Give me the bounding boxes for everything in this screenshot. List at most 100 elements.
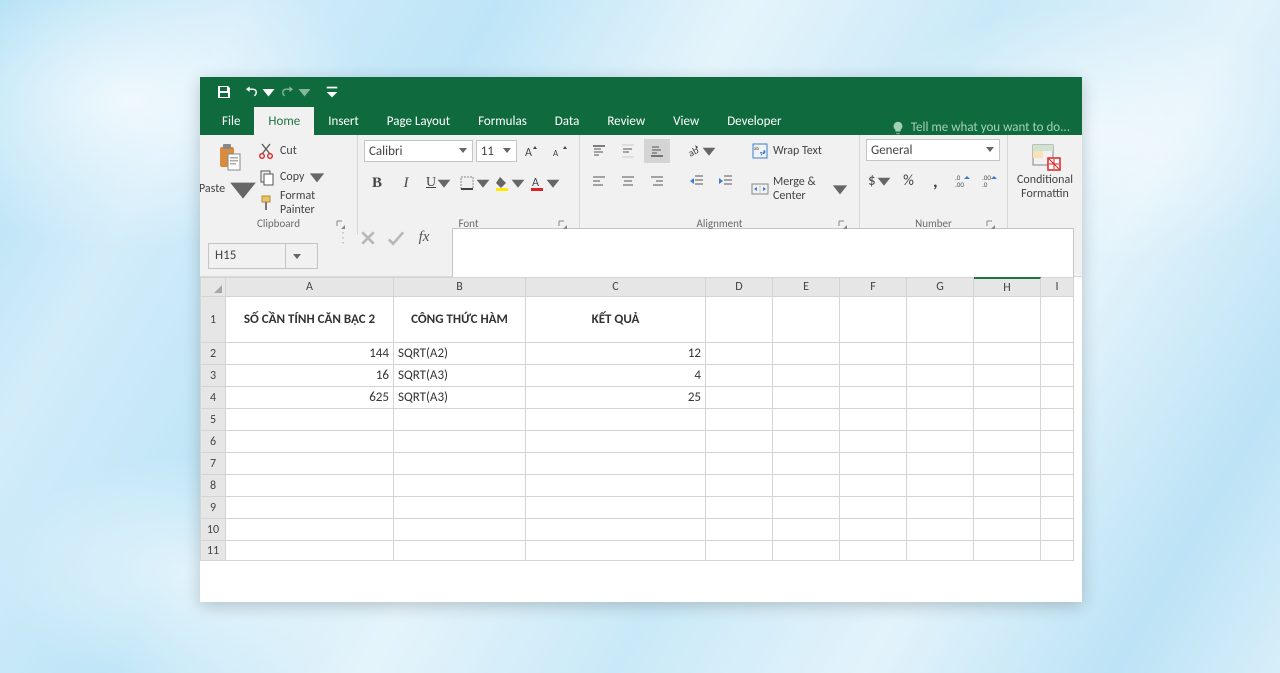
font-size-combo[interactable]: 11: [476, 140, 517, 162]
cell-D10[interactable]: [706, 519, 773, 541]
cell-D7[interactable]: [706, 453, 773, 475]
cell-I4[interactable]: [1041, 387, 1074, 409]
cell-H9[interactable]: [974, 497, 1041, 519]
increase-decimal-button[interactable]: .0.00: [950, 169, 974, 193]
cell-B10[interactable]: [394, 519, 526, 541]
paste-button[interactable]: Paste: [206, 139, 252, 217]
cell-E5[interactable]: [773, 409, 840, 431]
cell-H2[interactable]: [974, 343, 1041, 365]
cell-F4[interactable]: [840, 387, 907, 409]
cell-I7[interactable]: [1041, 453, 1074, 475]
cell-H7[interactable]: [974, 453, 1041, 475]
cell-D3[interactable]: [706, 365, 773, 387]
col-header-H[interactable]: H: [974, 277, 1041, 297]
percent-button[interactable]: %: [897, 169, 921, 193]
name-box-input[interactable]: [209, 248, 285, 263]
cell-H10[interactable]: [974, 519, 1041, 541]
cell-A11[interactable]: [226, 541, 394, 561]
cell-E6[interactable]: [773, 431, 840, 453]
cell-D1[interactable]: [706, 297, 773, 343]
cell-A7[interactable]: [226, 453, 394, 475]
cell-F5[interactable]: [840, 409, 907, 431]
cell-C1[interactable]: KẾT QUẢ: [526, 297, 706, 343]
cell-B5[interactable]: [394, 409, 526, 431]
dialog-launcher-icon[interactable]: [335, 219, 347, 231]
dialog-launcher-icon[interactable]: [557, 219, 569, 231]
cell-F2[interactable]: [840, 343, 907, 365]
comma-button[interactable]: ,: [923, 169, 947, 193]
tab-data[interactable]: Data: [541, 107, 594, 135]
row-header-11[interactable]: 11: [200, 541, 226, 561]
cell-E11[interactable]: [773, 541, 840, 561]
font-color-button[interactable]: A: [529, 171, 561, 195]
row-header-9[interactable]: 9: [200, 497, 226, 519]
align-left-button[interactable]: [586, 169, 612, 193]
col-header-A[interactable]: A: [226, 277, 394, 297]
cell-B4[interactable]: SQRT(A3): [394, 387, 526, 409]
align-bottom-button[interactable]: [644, 139, 670, 163]
cell-F6[interactable]: [840, 431, 907, 453]
select-all-corner[interactable]: [200, 277, 226, 297]
row-header-4[interactable]: 4: [200, 387, 226, 409]
cell-G10[interactable]: [907, 519, 974, 541]
cut-button[interactable]: Cut: [254, 139, 351, 163]
cell-B9[interactable]: [394, 497, 526, 519]
cell-F10[interactable]: [840, 519, 907, 541]
cell-E3[interactable]: [773, 365, 840, 387]
cell-F3[interactable]: [840, 365, 907, 387]
decrease-decimal-button[interactable]: .00.0: [977, 169, 1001, 193]
row-header-2[interactable]: 2: [200, 343, 226, 365]
tab-formulas[interactable]: Formulas: [464, 107, 541, 135]
cell-B2[interactable]: SQRT(A2): [394, 343, 526, 365]
increase-indent-button[interactable]: [713, 169, 739, 193]
row-header-6[interactable]: 6: [200, 431, 226, 453]
qat-customize-button[interactable]: [316, 80, 348, 104]
row-header-7[interactable]: 7: [200, 453, 226, 475]
number-format-combo[interactable]: General: [866, 139, 1000, 161]
cell-I11[interactable]: [1041, 541, 1074, 561]
cell-A6[interactable]: [226, 431, 394, 453]
dialog-launcher-icon[interactable]: [837, 219, 849, 231]
cell-C6[interactable]: [526, 431, 706, 453]
formula-bar-input[interactable]: [452, 228, 1074, 284]
cell-E8[interactable]: [773, 475, 840, 497]
cell-A4[interactable]: 625: [226, 387, 394, 409]
cell-H5[interactable]: [974, 409, 1041, 431]
tab-file[interactable]: File: [208, 107, 254, 135]
cell-B7[interactable]: [394, 453, 526, 475]
cell-I9[interactable]: [1041, 497, 1074, 519]
cell-I3[interactable]: [1041, 365, 1074, 387]
cell-G6[interactable]: [907, 431, 974, 453]
cell-G5[interactable]: [907, 409, 974, 431]
cell-G3[interactable]: [907, 365, 974, 387]
cell-G9[interactable]: [907, 497, 974, 519]
align-top-button[interactable]: [586, 139, 612, 163]
cell-C7[interactable]: [526, 453, 706, 475]
cell-B1[interactable]: CÔNG THỨC HÀM: [394, 297, 526, 343]
tab-developer[interactable]: Developer: [713, 107, 795, 135]
col-header-D[interactable]: D: [706, 277, 773, 297]
currency-button[interactable]: $: [866, 169, 894, 193]
cell-F8[interactable]: [840, 475, 907, 497]
redo-button[interactable]: [280, 80, 312, 104]
cell-A9[interactable]: [226, 497, 394, 519]
cell-C8[interactable]: [526, 475, 706, 497]
cell-H8[interactable]: [974, 475, 1041, 497]
cell-F11[interactable]: [840, 541, 907, 561]
save-button[interactable]: [208, 80, 240, 104]
cell-C3[interactable]: 4: [526, 365, 706, 387]
decrease-indent-button[interactable]: [684, 169, 710, 193]
cell-E9[interactable]: [773, 497, 840, 519]
merge-center-button[interactable]: Merge & Center: [747, 177, 853, 201]
cell-A5[interactable]: [226, 409, 394, 431]
cell-E1[interactable]: [773, 297, 840, 343]
cell-A3[interactable]: 16: [226, 365, 394, 387]
cell-C9[interactable]: [526, 497, 706, 519]
tab-review[interactable]: Review: [593, 107, 659, 135]
col-header-C[interactable]: C: [526, 277, 706, 297]
cell-I8[interactable]: [1041, 475, 1074, 497]
undo-button[interactable]: [244, 80, 276, 104]
col-header-F[interactable]: F: [840, 277, 907, 297]
dialog-launcher-icon[interactable]: [985, 219, 997, 231]
cell-I5[interactable]: [1041, 409, 1074, 431]
